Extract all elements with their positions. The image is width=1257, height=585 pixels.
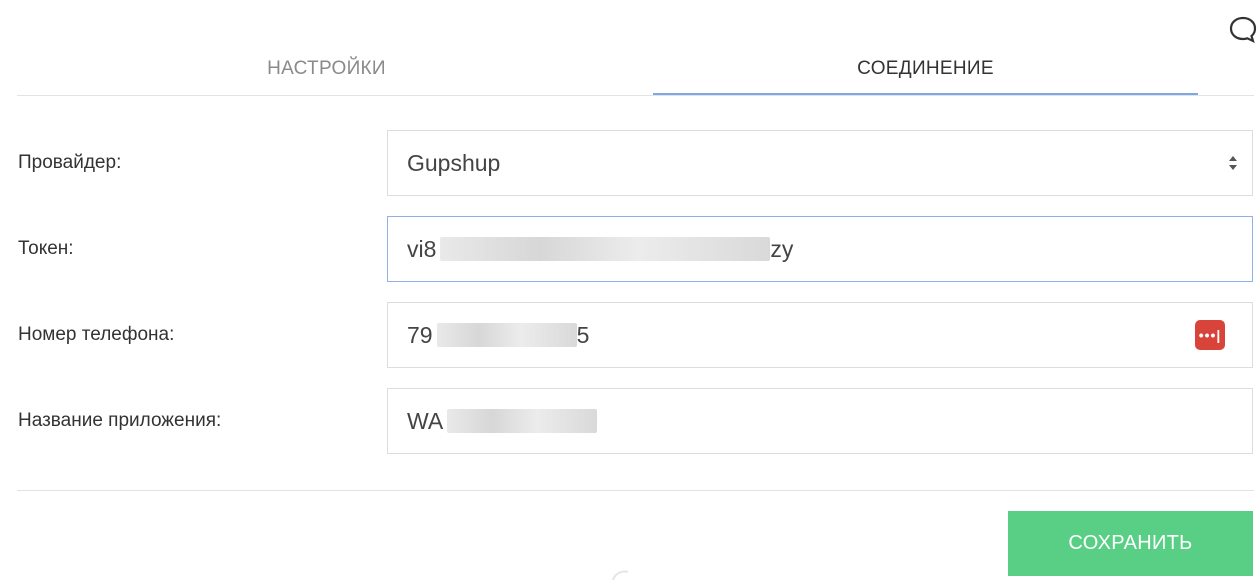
chat-bubble-icon[interactable] [1228,15,1257,45]
app-name-value-start: WA [407,407,444,434]
tab-bar: НАСТРОЙКИ СОЕДИНЕНИЕ [17,42,1254,96]
form-divider [17,490,1254,491]
token-value-end: zy [770,235,794,262]
phone-label: Номер телефона: [18,324,175,345]
app-name-label: Название приложения: [18,410,222,431]
token-value-start: vi8 [407,235,437,262]
token-redaction [440,237,771,261]
tab-settings[interactable]: НАСТРОЙКИ [17,42,636,95]
token-field[interactable]: vi8 zy [387,216,1253,282]
password-manager-icon[interactable]: •••| [1195,320,1225,350]
loading-spinner-icon [612,570,629,581]
provider-label: Провайдер: [18,152,122,173]
app-name-field[interactable]: WA [387,388,1253,454]
provider-select[interactable]: Gupshup [387,130,1253,196]
phone-redaction [436,323,577,347]
phone-value-start: 79 [407,321,433,348]
phone-value-end: 5 [576,321,590,348]
save-button[interactable]: СОХРАНИТЬ [1008,511,1253,576]
app-name-redaction [447,409,598,433]
token-label: Токен: [18,238,74,259]
provider-select-value: Gupshup [407,149,501,176]
tab-connection[interactable]: СОЕДИНЕНИЕ [653,42,1198,95]
active-tab-indicator [653,93,1198,95]
phone-field[interactable]: 79 5 •••| [387,302,1253,368]
select-arrows-icon [1229,156,1237,170]
